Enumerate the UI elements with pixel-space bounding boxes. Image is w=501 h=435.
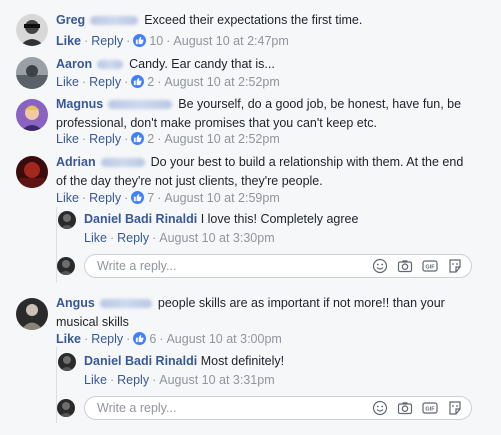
reaction-count[interactable]: 2 <box>147 132 154 146</box>
commenter-name[interactable]: Angus <box>56 296 95 310</box>
like-reaction-icon[interactable] <box>131 75 145 88</box>
reply-link[interactable]: Reply <box>89 132 121 146</box>
comment-body: Adrian Do your best to build a relationsh… <box>56 153 463 191</box>
reaction-count[interactable]: 7 <box>147 191 154 205</box>
commenter-name[interactable]: Daniel Badi Rinaldi <box>84 354 197 368</box>
comment-text-line-1: Be yourself, do a good job, be honest, h… <box>178 97 462 111</box>
timestamp[interactable]: August 10 at 3:31pm <box>159 373 274 387</box>
reply-input[interactable]: Write a reply... GIF <box>84 254 472 278</box>
avatar[interactable] <box>16 14 48 46</box>
svg-text:GIF: GIF <box>425 407 435 413</box>
timestamp[interactable]: August 10 at 2:59pm <box>164 191 279 205</box>
timestamp[interactable]: August 10 at 3:00pm <box>166 332 281 346</box>
camera-icon[interactable] <box>397 258 413 274</box>
avatar[interactable] <box>58 353 76 371</box>
redacted-surname <box>90 16 139 26</box>
comment-text-line-1: people skills are as important if not mo… <box>157 296 445 310</box>
avatar[interactable] <box>16 298 48 330</box>
current-user-avatar <box>57 257 75 275</box>
avatar[interactable] <box>16 57 48 89</box>
reply-placeholder: Write a reply... <box>97 259 177 273</box>
redacted-surname <box>97 60 124 70</box>
current-user-avatar <box>57 399 75 417</box>
like-link[interactable]: Like <box>56 191 79 205</box>
camera-icon[interactable] <box>397 400 413 416</box>
reply-actions: Like · Reply · August 10 at 3:30pm <box>84 231 275 245</box>
reply-link[interactable]: Reply <box>91 34 123 48</box>
like-link[interactable]: Like <box>56 34 81 48</box>
like-link[interactable]: Like <box>56 132 79 146</box>
emoji-icon[interactable] <box>372 258 388 274</box>
timestamp[interactable]: August 10 at 2:52pm <box>164 132 279 146</box>
commenter-name[interactable]: Daniel Badi Rinaldi <box>84 212 197 226</box>
reaction-count[interactable]: 6 <box>149 332 156 346</box>
like-link[interactable]: Like <box>84 373 107 387</box>
reaction-count[interactable]: 2 <box>147 75 154 89</box>
comment-text-line-2: musical skills <box>56 315 129 329</box>
commenter-name[interactable]: Aaron <box>56 57 92 71</box>
comment-text: Exceed their expectations the first time… <box>144 13 363 27</box>
avatar[interactable] <box>58 211 76 229</box>
reply-input-tools: GIF <box>372 258 463 274</box>
comment-text-line-2: of the day they're not just clients, the… <box>56 174 323 188</box>
reply-link[interactable]: Reply <box>117 231 149 245</box>
sticker-icon[interactable] <box>447 400 463 416</box>
commenter-name[interactable]: Adrian <box>56 155 96 169</box>
like-link[interactable]: Like <box>56 332 81 346</box>
reply-link[interactable]: Reply <box>117 373 149 387</box>
comment-actions: Like · Reply · 2 · August 10 at 2:52pm <box>56 75 280 89</box>
reply-text: Most definitely! <box>200 354 285 368</box>
reply-body: Daniel Badi Rinaldi Most definitely! <box>84 352 284 371</box>
avatar[interactable] <box>16 156 48 188</box>
comment-actions: Like · Reply · 2 · August 10 at 2:52pm <box>56 132 280 146</box>
reply-link[interactable]: Reply <box>89 191 121 205</box>
reply-body: Daniel Badi Rinaldi I love this! Complet… <box>84 210 358 229</box>
like-reaction-icon[interactable] <box>133 34 147 47</box>
commenter-name[interactable]: Greg <box>56 13 85 27</box>
comment-body: Magnus Be yourself, do a good job, be hon… <box>56 95 461 133</box>
reaction-count[interactable]: 10 <box>149 34 163 48</box>
comment-body: Angus people skills are as important if n… <box>56 294 445 332</box>
comment-body: Greg Exceed their expectations the first … <box>56 11 362 30</box>
comment-actions: Like · Reply · 10 · August 10 at 2:47pm <box>56 34 289 48</box>
redacted-surname <box>108 100 173 110</box>
comment-text-line-1: Do your best to build a relationship wit… <box>150 155 464 169</box>
comment-actions: Like · Reply · 6 · August 10 at 3:00pm <box>56 332 282 346</box>
gif-icon[interactable]: GIF <box>422 258 438 274</box>
avatar[interactable] <box>16 99 48 131</box>
like-link[interactable]: Like <box>84 231 107 245</box>
comment-body: Aaron Candy. Ear candy that is... <box>56 55 275 74</box>
redacted-surname <box>100 158 145 168</box>
like-link[interactable]: Like <box>56 75 79 89</box>
reply-text: I love this! Completely agree <box>200 212 359 226</box>
gif-icon[interactable]: GIF <box>422 400 438 416</box>
svg-text:GIF: GIF <box>425 265 435 271</box>
timestamp[interactable]: August 10 at 2:52pm <box>164 75 279 89</box>
like-reaction-icon[interactable] <box>133 332 147 345</box>
timestamp[interactable]: August 10 at 3:30pm <box>159 231 274 245</box>
reply-input[interactable]: Write a reply... GIF <box>84 396 472 420</box>
reply-input-tools: GIF <box>372 400 463 416</box>
commenter-name[interactable]: Magnus <box>56 97 103 111</box>
like-reaction-icon[interactable] <box>131 191 145 204</box>
reply-link[interactable]: Reply <box>91 332 123 346</box>
sticker-icon[interactable] <box>447 258 463 274</box>
comment-text: Candy. Ear candy that is... <box>129 57 275 71</box>
reply-placeholder: Write a reply... <box>97 401 177 415</box>
emoji-icon[interactable] <box>372 400 388 416</box>
thread-line <box>56 207 57 283</box>
timestamp[interactable]: August 10 at 2:47pm <box>173 34 288 48</box>
comment-actions: Like · Reply · 7 · August 10 at 2:59pm <box>56 191 280 205</box>
reply-actions: Like · Reply · August 10 at 3:31pm <box>84 373 275 387</box>
redacted-surname <box>99 299 152 309</box>
like-reaction-icon[interactable] <box>131 132 145 145</box>
reply-link[interactable]: Reply <box>89 75 121 89</box>
